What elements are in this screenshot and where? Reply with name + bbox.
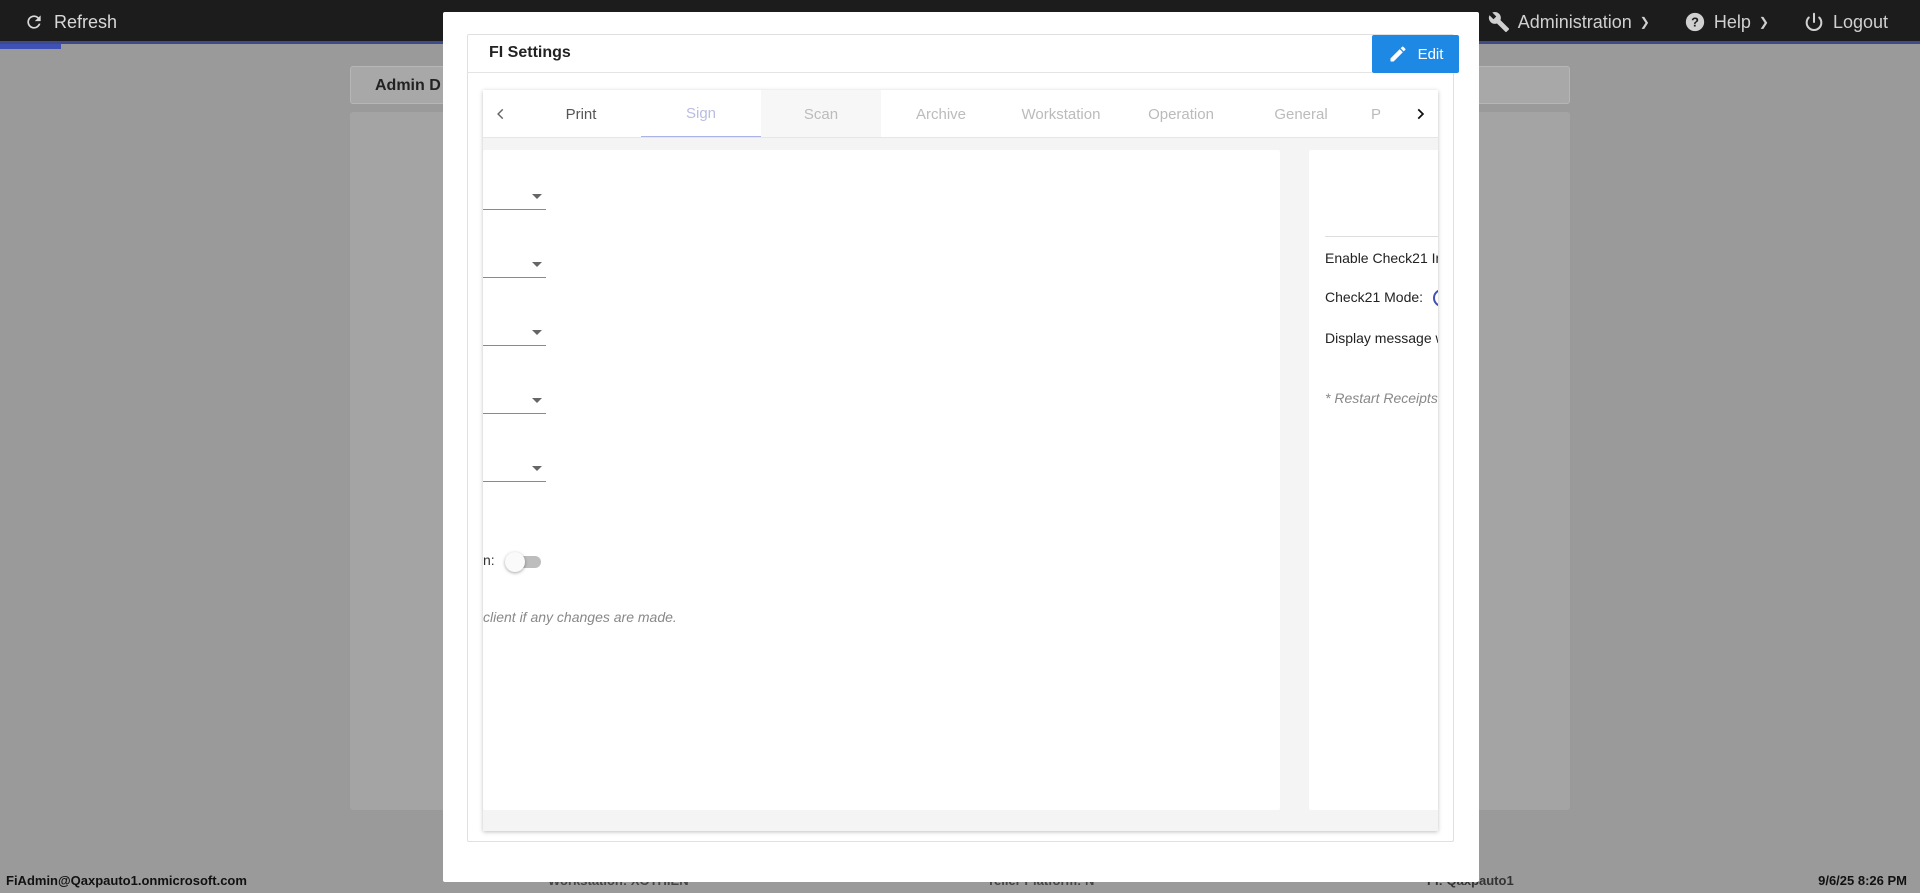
enable-check21-label: Enable Check21 In (1325, 250, 1438, 266)
toggle-label: n: (483, 552, 495, 568)
loading-progress-bar (0, 44, 61, 49)
tab-bar: Print Sign Scan Archive Workstation Oper… (483, 90, 1438, 138)
check21-mode-radio[interactable] (1433, 289, 1438, 307)
setting-select-1[interactable] (483, 182, 546, 210)
dialog-title: FI Settings (489, 44, 571, 61)
chevron-right-icon (1417, 108, 1425, 120)
tab-general[interactable]: General (1241, 90, 1361, 137)
status-datetime: 9/6/25 8:26 PM (1818, 873, 1907, 888)
settings-panel-left: n: client if any changes are made. (483, 150, 1280, 810)
refresh-icon (27, 15, 41, 29)
edit-label: Edit (1417, 45, 1444, 63)
logout-label: Logout (1832, 11, 1888, 32)
wrench-icon (1488, 12, 1509, 33)
setting-select-3[interactable] (483, 318, 546, 346)
fi-settings-dialog: FI Settings Edit Print Sign Scan Archive… (443, 12, 1479, 882)
edit-button[interactable]: Edit (1372, 35, 1459, 73)
setting-toggle[interactable] (505, 551, 543, 572)
tab-partial[interactable]: P (1361, 90, 1411, 137)
tab-scan[interactable]: Scan (761, 90, 881, 137)
dropdown-caret-icon (532, 194, 542, 199)
help-icon: ? (1685, 12, 1705, 32)
setting-select-5[interactable] (483, 454, 546, 482)
display-message-label: Display message w (1325, 330, 1438, 346)
setting-select-2[interactable] (483, 250, 546, 278)
status-user: FiAdmin@Qaxpauto1.onmicrosoft.com (6, 873, 247, 888)
chevron-down-icon: ❯ (1639, 15, 1650, 29)
help-menu[interactable]: ? Help ❯ (1684, 11, 1769, 33)
dropdown-caret-icon (532, 262, 542, 267)
dropdown-caret-icon (532, 466, 542, 471)
dropdown-caret-icon (532, 330, 542, 335)
background-page-title: Admin D (375, 77, 441, 94)
refresh-label: Refresh (54, 11, 118, 32)
title-divider (467, 72, 1372, 73)
tab-print[interactable]: Print (521, 90, 641, 137)
panel-divider (1325, 236, 1438, 237)
restart-note-right: * Restart Receipts c (1325, 390, 1438, 406)
tab-scroll-left-button[interactable] (489, 102, 513, 126)
toggle-thumb (505, 552, 525, 572)
refresh-button[interactable]: Refresh (24, 10, 117, 34)
tab-operation[interactable]: Operation (1121, 90, 1241, 137)
restart-note-left: client if any changes are made. (483, 609, 677, 625)
logout-button[interactable]: Logout (1803, 11, 1888, 33)
tab-workstation[interactable]: Workstation (1001, 90, 1121, 137)
check21-mode-label: Check21 Mode: (1325, 289, 1424, 305)
settings-panel-right: Enable Check21 In Check21 Mode: Display … (1309, 150, 1438, 810)
settings-tabs: Print Sign Scan Archive Workstation Oper… (483, 90, 1438, 831)
tab-scroll-right-button[interactable] (1408, 102, 1432, 126)
dropdown-caret-icon (532, 398, 542, 403)
tab-archive[interactable]: Archive (881, 90, 1001, 137)
administration-label: Administration (1517, 11, 1632, 32)
help-label: Help (1713, 11, 1751, 32)
setting-select-4[interactable] (483, 386, 546, 414)
chevron-left-icon (497, 108, 504, 120)
power-icon (1805, 12, 1823, 31)
pencil-icon (1390, 46, 1406, 62)
administration-menu[interactable]: Administration ❯ (1488, 11, 1650, 33)
tab-sign[interactable]: Sign (641, 90, 761, 137)
svg-text:?: ? (1691, 15, 1699, 30)
chevron-down-icon: ❯ (1758, 15, 1769, 29)
